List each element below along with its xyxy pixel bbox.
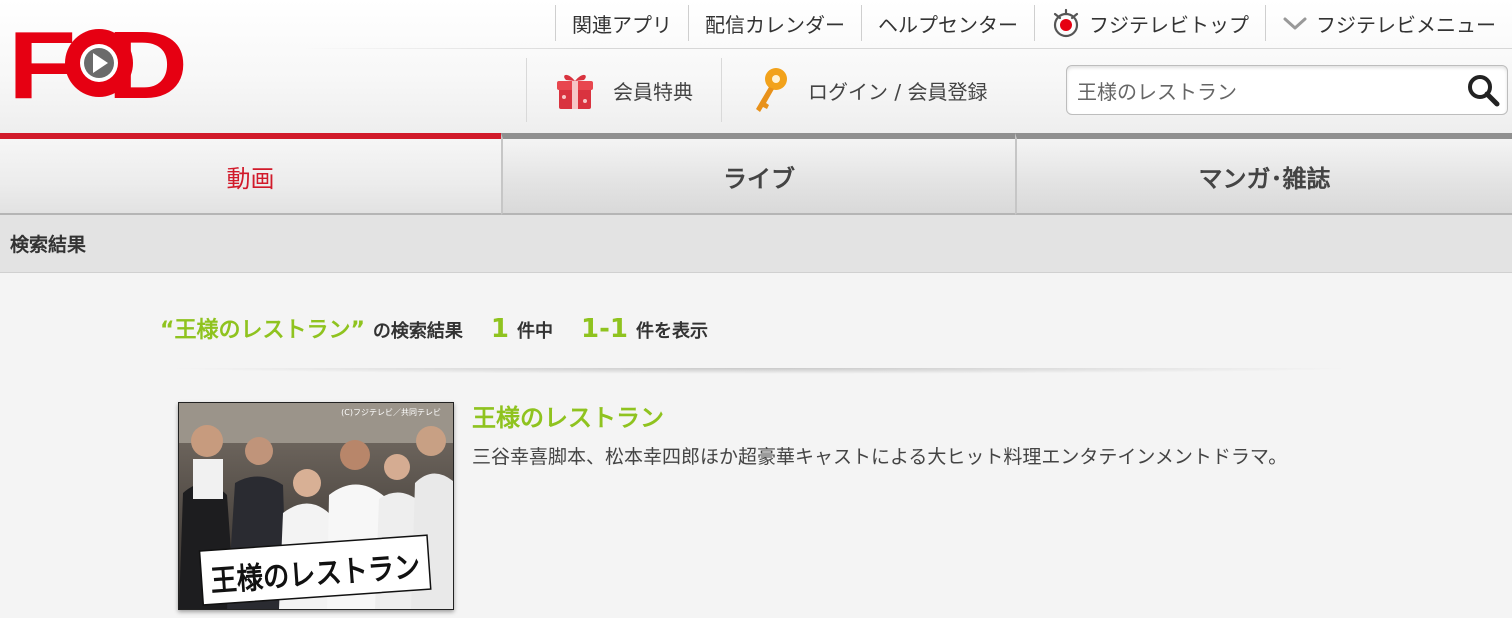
top-links: 関連アプリ 配信カレンダー ヘルプセンター フジテレビトップ フジテレビメニュー <box>555 4 1512 42</box>
search-box <box>1066 65 1508 115</box>
member-link-label: ログイン / 会員登録 <box>808 79 988 104</box>
top-link-label: 関連アプリ <box>572 12 672 37</box>
search-keyword: “王様のレストラン” <box>160 318 365 343</box>
result-total: 1 <box>490 314 510 344</box>
chevron-down-icon <box>1282 13 1308 33</box>
top-link-label: フジテレビトップ <box>1089 12 1249 37</box>
result-thumbnail[interactable]: (C)フジテレビ／共同テレビ 王様のレストラン <box>178 402 454 610</box>
thumbnail-credit: (C)フジテレビ／共同テレビ <box>341 408 441 417</box>
tab-label: 動画 <box>226 164 275 193</box>
member-benefits-link[interactable]: 会員特典 <box>526 58 721 122</box>
member-link-label: 会員特典 <box>613 79 693 104</box>
top-link-fujitv-menu[interactable]: フジテレビメニュー <box>1265 5 1512 41</box>
tab-label: ライブ <box>723 164 795 193</box>
tab-label: マンガ･雑誌 <box>1198 164 1331 193</box>
fujitv-eye-icon <box>1051 8 1081 38</box>
top-link-fujitv-top[interactable]: フジテレビトップ <box>1034 5 1265 41</box>
result-description: 三谷幸喜脚本、松本幸四郎ほか超豪華キャストによる大ヒット料理エンタテインメントド… <box>472 446 1288 468</box>
top-link-calendar[interactable]: 配信カレンダー <box>688 5 861 41</box>
section-title: 検索結果 <box>10 234 87 256</box>
top-link-label: ヘルプセンター <box>878 12 1018 37</box>
top-link-help-center[interactable]: ヘルプセンター <box>861 5 1034 41</box>
tab-manga-magazine[interactable]: マンガ･雑誌 <box>1015 133 1512 215</box>
fod-logo[interactable]: F D <box>8 22 190 104</box>
result-total-unit: 件中 <box>517 321 554 342</box>
key-icon <box>750 65 790 115</box>
search-icon <box>1468 75 1500 107</box>
divider <box>160 368 1360 374</box>
login-register-link[interactable]: ログイン / 会員登録 <box>721 58 1015 122</box>
top-link-label: フジテレビメニュー <box>1316 12 1496 37</box>
member-links: 会員特典 ログイン / 会員登録 <box>526 58 1015 122</box>
tab-video[interactable]: 動画 <box>0 133 501 215</box>
search-input[interactable] <box>1067 66 1447 114</box>
site-header: F D 関連アプリ 配信カレンダー ヘルプセンター フジテレビトップ フジテレビ… <box>0 0 1512 133</box>
result-title[interactable]: 王様のレストラン <box>472 398 664 433</box>
category-tabs: 動画 ライブ マンガ･雑誌 <box>0 133 1512 215</box>
search-button[interactable] <box>1463 70 1503 110</box>
tab-live[interactable]: ライブ <box>501 133 1015 215</box>
result-range-unit: 件を表示 <box>636 321 708 342</box>
section-header: 検索結果 <box>0 215 1512 273</box>
top-link-label: 配信カレンダー <box>705 12 845 37</box>
gift-icon <box>555 69 595 111</box>
top-link-related-apps[interactable]: 関連アプリ <box>555 5 688 41</box>
search-summary: “王様のレストラン” の検索結果 1 件中 1-1 件を表示 <box>160 312 708 352</box>
search-summary-suffix: の検索結果 <box>372 321 463 342</box>
result-range: 1-1 <box>581 314 628 344</box>
header-divider <box>300 48 1512 49</box>
